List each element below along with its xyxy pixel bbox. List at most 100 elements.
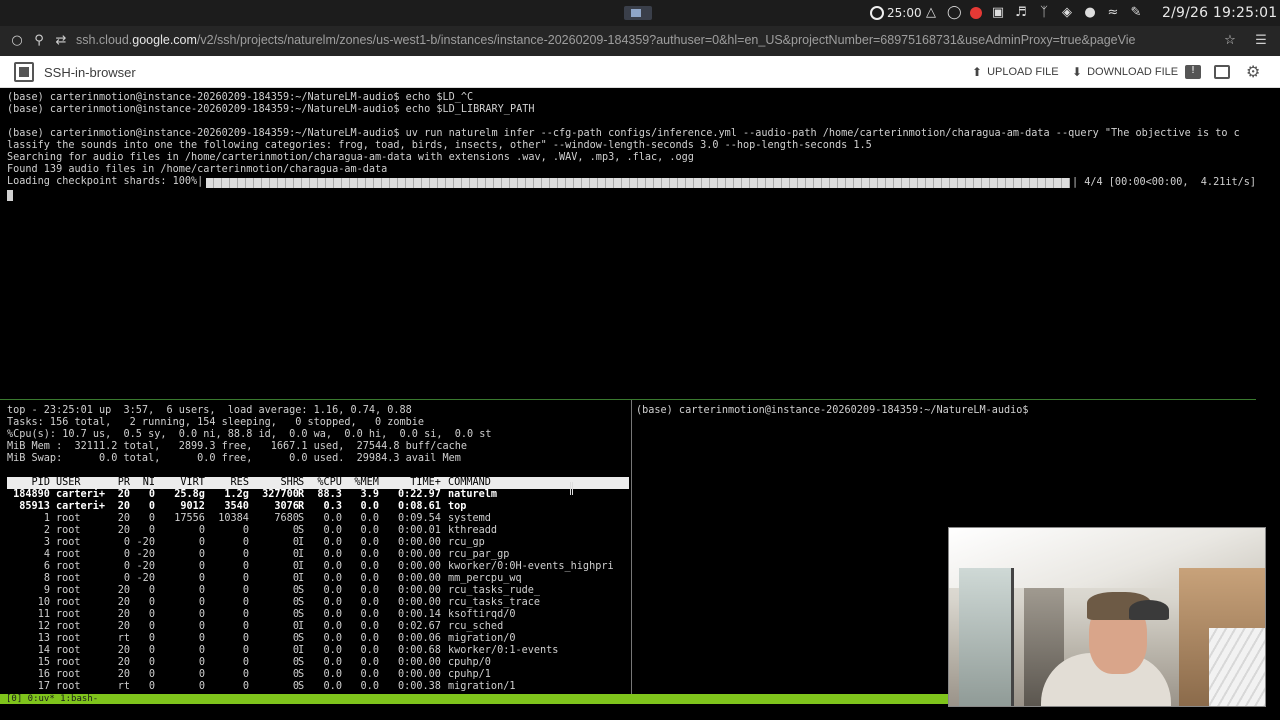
process-cell: I — [298, 573, 305, 584]
menu-icon[interactable]: ☰ — [1253, 33, 1269, 49]
site-info-icon[interactable]: ○ — [9, 33, 25, 49]
process-cell: 88.3 — [317, 489, 342, 500]
bluetooth-icon[interactable]: ᛉ — [1037, 6, 1051, 20]
process-cell: 0 — [148, 645, 155, 656]
pane-divider-vertical[interactable] — [631, 400, 632, 694]
process-cell: 20 — [117, 489, 130, 500]
pane-divider-horizontal[interactable] — [0, 399, 1256, 400]
process-cell: 0 — [242, 573, 249, 584]
url-host: ssh.cloud. — [76, 33, 133, 47]
do-not-disturb-icon[interactable]: ◯ — [947, 6, 962, 20]
process-cell: 0.0 — [360, 513, 379, 524]
process-cell: root — [56, 633, 81, 644]
url-field[interactable]: ssh.cloud.google.com/v2/ssh/projects/nat… — [76, 33, 1218, 47]
process-cell: 0 — [148, 597, 155, 608]
process-cell: 0 — [242, 681, 249, 692]
process-row: 2 root 20 0 0 0 0 S 0.0 0.0 0:00.01 kthreadd — [7, 525, 629, 537]
process-cell: 17556 — [174, 513, 205, 524]
keyboard-icon[interactable] — [1214, 65, 1230, 79]
download-file-button[interactable]: ⬇ DOWNLOAD FILE — [1072, 65, 1178, 79]
process-cell: S — [298, 669, 305, 680]
process-cell: S — [298, 609, 305, 620]
process-cell: 0 — [198, 669, 205, 680]
upload-file-button[interactable]: ⬆ UPLOAD FILE — [972, 65, 1059, 79]
process-cell: USER — [56, 477, 81, 488]
process-cell: 0:00.00 — [397, 657, 441, 668]
lock-icon[interactable]: ⚲ — [31, 33, 47, 49]
terminal-line: Found 139 audio files in /home/carterinm… — [7, 164, 388, 175]
process-cell: 13 — [37, 633, 50, 644]
process-cell: 0.0 — [323, 549, 342, 560]
terminal-line: (base) carterinmotion@instance-20260209-… — [7, 128, 1240, 139]
ssh-title: SSH-in-browser — [44, 65, 136, 80]
process-cell: 0.0 — [323, 525, 342, 536]
process-cell: 0.0 — [323, 645, 342, 656]
process-cell: root — [56, 513, 81, 524]
process-cell: 0 — [198, 525, 205, 536]
process-cell: 0:02.67 — [397, 621, 441, 632]
pomodoro-timer[interactable]: 25:00 — [870, 4, 922, 22]
feedback-icon[interactable] — [1185, 65, 1201, 79]
process-cell: 0 — [148, 669, 155, 680]
process-cell: carteri+ — [56, 501, 106, 512]
process-row: 17 root rt 0 0 0 0 S 0.0 0.0 0:00.38 migration/1 — [7, 681, 629, 693]
process-cell: 0:00.00 — [397, 597, 441, 608]
process-cell: rt — [117, 633, 130, 644]
process-cell: 0 — [242, 669, 249, 680]
process-cell: 0:00.06 — [397, 633, 441, 644]
process-cell: root — [56, 537, 81, 548]
process-cell: 0 — [123, 573, 130, 584]
webcam-person-cap — [1129, 600, 1169, 620]
process-row: 16 root 20 0 0 0 0 S 0.0 0.0 0:00.00 cpuhp/1 — [7, 669, 629, 681]
notes-icon[interactable]: ✎ — [1129, 6, 1143, 20]
terminal-line: lassify the sounds into one the followin… — [7, 140, 872, 151]
settings-gear-icon[interactable]: ⚙ — [1246, 62, 1262, 81]
process-cell: TIME+ — [410, 477, 441, 488]
process-cell: 0.0 — [323, 657, 342, 668]
process-cell: 0.0 — [360, 657, 379, 668]
process-cell: 14 — [37, 645, 50, 656]
process-cell: 0 — [242, 585, 249, 596]
process-cell: 0.0 — [360, 621, 379, 632]
record-icon[interactable] — [970, 7, 982, 19]
process-cell: 3076 — [274, 501, 299, 512]
bell-icon[interactable]: △ — [924, 6, 938, 20]
clock-datetime[interactable]: 2/9/26 19:25:01 — [1162, 4, 1277, 22]
top-summary-line: top - 23:25:01 up 3:57, 6 users, load av… — [7, 405, 412, 416]
top-summary-line: Tasks: 156 total, 2 running, 154 sleepin… — [7, 417, 425, 428]
process-cell: 20 — [117, 597, 130, 608]
wifi-icon[interactable]: ≈ — [1106, 6, 1120, 20]
clipboard-icon[interactable]: ▣ — [991, 6, 1005, 20]
process-cell: 10 — [37, 597, 50, 608]
process-cell: 0 — [198, 549, 205, 560]
process-cell: 0 — [198, 657, 205, 668]
vpn-icon[interactable]: ◈ — [1060, 6, 1074, 20]
right-pane-prompt[interactable]: (base) carterinmotion@instance-20260209-… — [636, 405, 1029, 417]
connection-icon[interactable]: ⇄ — [53, 33, 69, 49]
bookmark-star-icon[interactable]: ☆ — [1222, 33, 1238, 49]
process-cell: 0 — [148, 657, 155, 668]
process-cell: I — [298, 621, 305, 632]
process-cell: 0 — [198, 537, 205, 548]
process-cell: 0.0 — [323, 597, 342, 608]
process-cell: 0 — [242, 537, 249, 548]
process-cell: S — [298, 585, 305, 596]
process-cell: S — [298, 513, 305, 524]
process-cell: S — [298, 681, 305, 692]
webcam-marble-wall — [1209, 628, 1265, 706]
process-row: 13 root rt 0 0 0 0 S 0.0 0.0 0:00.06 migration/0 — [7, 633, 629, 645]
process-cell: 20 — [117, 645, 130, 656]
process-cell: 0:00.00 — [397, 573, 441, 584]
webcam-overlay[interactable] — [948, 527, 1266, 707]
volume-icon[interactable]: ♬ — [1014, 6, 1028, 20]
process-cell: root — [56, 525, 81, 536]
process-row: 15 root 20 0 0 0 0 S 0.0 0.0 0:00.00 cpuhp/0 — [7, 657, 629, 669]
process-cell: 0.0 — [323, 513, 342, 524]
process-cell: rcu_gp — [448, 537, 485, 548]
process-cell: root — [56, 573, 81, 584]
workspace-window-icon[interactable] — [624, 6, 652, 20]
microphone-icon[interactable]: ● — [1083, 6, 1097, 20]
process-cell: migration/1 — [448, 681, 516, 692]
process-cell: 0:00.00 — [397, 585, 441, 596]
process-cell: -20 — [136, 573, 155, 584]
